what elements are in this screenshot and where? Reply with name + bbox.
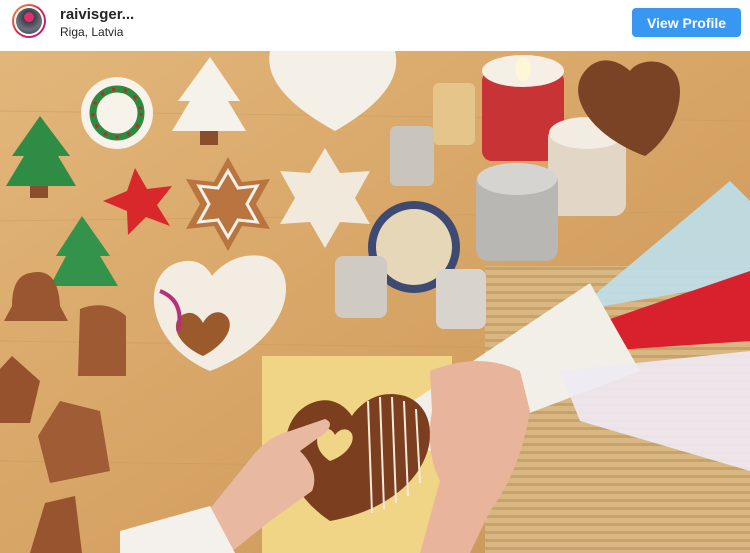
- sugar-crystal-jar: [436, 269, 486, 329]
- gingerbread-bow-cookie: [78, 305, 126, 376]
- location[interactable]: Riga, Latvia: [60, 25, 123, 39]
- avatar-image: [16, 8, 42, 34]
- view-profile-button[interactable]: View Profile: [632, 8, 741, 37]
- sprinkle-jar-1: [433, 83, 475, 145]
- post-photo[interactable]: [0, 51, 750, 553]
- sprinkle-jar-2: [390, 126, 434, 186]
- post-header: raivisger... Riga, Latvia View Profile: [0, 0, 750, 48]
- username[interactable]: raivisger...: [60, 6, 134, 23]
- avatar[interactable]: [12, 4, 46, 38]
- photo-illustration: [0, 51, 750, 553]
- silver-ball-jar: [335, 256, 387, 318]
